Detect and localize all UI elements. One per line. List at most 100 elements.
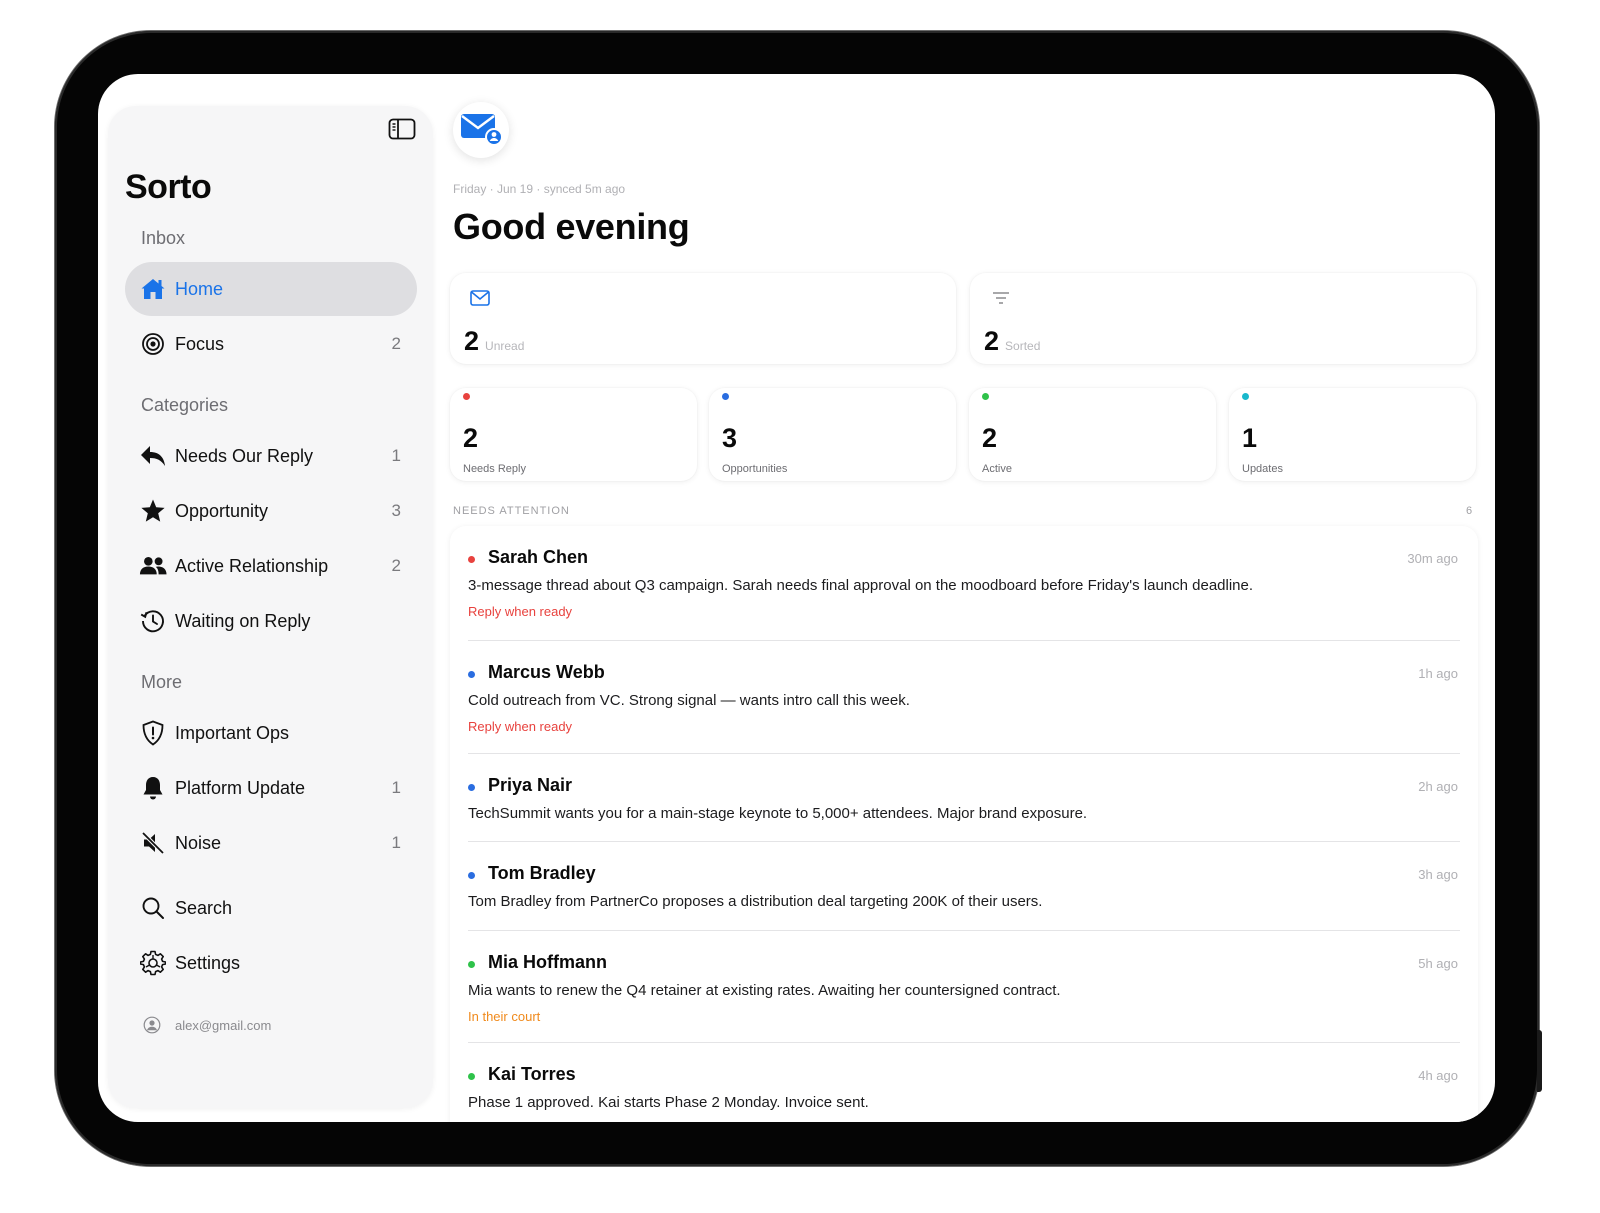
house-icon — [139, 275, 167, 303]
message-time: 4h ago — [1418, 1068, 1458, 1083]
message-time: 3h ago — [1418, 867, 1458, 882]
page-title: Good evening — [453, 206, 690, 247]
sidebar-item-count: 2 — [391, 334, 401, 353]
message-summary: Phase 1 approved. Kai starts Phase 2 Mon… — [468, 1094, 869, 1111]
account-email: alex@gmail.com — [175, 1017, 272, 1033]
summary-value: 2 — [464, 326, 480, 356]
envelope-icon — [470, 290, 490, 311]
sidebar-item-focus[interactable]: Focus 2 — [125, 317, 417, 371]
status-dot — [468, 556, 475, 563]
status-dot — [468, 784, 475, 791]
sidebar-item-count: 1 — [391, 833, 401, 852]
mail-person-icon[interactable] — [453, 102, 509, 158]
sender-name: Sarah Chen — [488, 547, 589, 567]
message-row-mia-hoffmann[interactable]: Mia Hoffmann 5h ago Mia wants to renew t… — [450, 931, 1478, 1043]
star-icon — [139, 497, 167, 525]
stat-card-opportunities[interactable]: 3 Opportunities — [709, 388, 956, 481]
stat-label: Active — [982, 463, 1012, 475]
search-icon — [139, 894, 167, 922]
status-dot — [982, 393, 989, 400]
filter-lines-icon — [992, 291, 1010, 310]
needs-attention-count: 6 — [1466, 505, 1473, 517]
status-dot — [1242, 393, 1249, 400]
sidebar-item-count: 2 — [391, 556, 401, 575]
message-summary: TechSummit wants you for a main-stage ke… — [468, 805, 1088, 822]
message-time: 5h ago — [1418, 956, 1458, 971]
sidebar-item-label: Active Relationship — [175, 555, 329, 576]
sidebar-item-label: Waiting on Reply — [175, 610, 311, 631]
reply-arrow-icon — [139, 442, 167, 470]
gear-icon — [139, 949, 167, 977]
sidebar-item-home[interactable]: Home — [125, 262, 417, 316]
message-summary: Tom Bradley from PartnerCo proposes a di… — [468, 893, 1043, 910]
sidebar-item-search[interactable]: Search — [125, 881, 417, 935]
section-label-inbox: Inbox — [141, 228, 186, 248]
sidebar-item-label: Home — [175, 278, 224, 299]
status-tag: In their court — [468, 1009, 541, 1024]
summary-card-sorted[interactable]: 2 Sorted — [970, 273, 1476, 364]
stat-value: 2 — [982, 423, 998, 453]
sidebar-item-count: 1 — [391, 446, 401, 465]
stat-label: Needs Reply — [463, 463, 526, 475]
status-dot — [468, 961, 475, 968]
summary-label: Unread — [485, 339, 525, 353]
sidebar-item-label: Focus — [175, 333, 225, 354]
message-row-marcus-webb[interactable]: Marcus Webb 1h ago Cold outreach from VC… — [450, 641, 1478, 754]
sidebar-item-needs-our-reply[interactable]: Needs Our Reply 1 — [125, 429, 417, 483]
stat-label: Opportunities — [722, 463, 788, 475]
shield-icon — [139, 719, 167, 747]
stat-card-active[interactable]: 2 Active — [969, 388, 1216, 481]
status-tag: Reply when ready — [468, 604, 573, 619]
message-row-sarah-chen[interactable]: Sarah Chen 30m ago 3-message thread abou… — [450, 526, 1478, 641]
sidebar-item-active-relationship[interactable]: Active Relationship 2 — [125, 539, 417, 593]
message-time: 30m ago — [1407, 551, 1458, 566]
stat-card-updates[interactable]: 1 Updates — [1229, 388, 1476, 481]
summary-value: 2 — [984, 326, 1000, 356]
summary-label: Sorted — [1005, 339, 1041, 353]
summary-card-unread[interactable]: 2 Unread — [450, 273, 956, 364]
status-dot — [468, 1073, 475, 1080]
stat-value: 1 — [1242, 423, 1258, 453]
sidebar-item-important-ops[interactable]: Important Ops — [125, 706, 417, 760]
sidebar-item-label: Settings — [175, 952, 241, 973]
sidebar: Sorto Inbox Home Focus 2 Categories Need… — [108, 106, 433, 1108]
section-label-needs-attention: NEEDS ATTENTION — [453, 505, 570, 517]
sidebar-item-settings[interactable]: Settings — [125, 936, 417, 990]
speaker-muted-icon — [139, 829, 167, 857]
status-dot — [468, 872, 475, 879]
status-dot — [468, 671, 475, 678]
message-row-priya-nair[interactable]: Priya Nair 2h ago TechSummit wants you f… — [450, 754, 1478, 842]
sidebar-item-platform-update[interactable]: Platform Update 1 — [125, 761, 417, 815]
sidebar-item-label: Search — [175, 897, 233, 918]
bell-icon — [139, 774, 167, 802]
stat-value: 2 — [463, 423, 479, 453]
message-row-tom-bradley[interactable]: Tom Bradley 3h ago Tom Bradley from Part… — [450, 842, 1478, 931]
sidebar-item-opportunity[interactable]: Opportunity 3 — [125, 484, 417, 538]
message-time: 2h ago — [1418, 779, 1458, 794]
sync-status-line: Friday · Jun 19 · synced 5m ago — [453, 182, 626, 196]
stat-value: 3 — [722, 423, 738, 453]
target-icon — [139, 330, 167, 358]
sidebar-item-count: 3 — [391, 501, 401, 520]
sender-name: Priya Nair — [488, 775, 573, 795]
sidebar-item-waiting-on-reply[interactable]: Waiting on Reply — [125, 594, 417, 648]
sidebar-item-label: Important Ops — [175, 722, 290, 743]
account-row[interactable]: alex@gmail.com — [143, 1016, 271, 1034]
message-summary: 3-message thread about Q3 campaign. Sara… — [468, 577, 1254, 594]
message-time: 1h ago — [1418, 666, 1458, 681]
sidebar-toggle-icon[interactable] — [388, 118, 418, 142]
app-screen: Sorto Inbox Home Focus 2 Categories Need… — [98, 74, 1495, 1122]
sender-name: Tom Bradley — [488, 863, 596, 883]
section-label-more: More — [141, 672, 183, 692]
people-icon — [139, 552, 167, 580]
section-label-categories: Categories — [141, 395, 229, 415]
sidebar-item-noise[interactable]: Noise 1 — [125, 816, 417, 870]
sender-name: Marcus Webb — [488, 662, 605, 682]
message-row-kai-torres[interactable]: Kai Torres 4h ago Phase 1 approved. Kai … — [450, 1043, 1478, 1122]
history-clock-icon — [139, 607, 167, 635]
stat-label: Updates — [1242, 463, 1283, 475]
stat-card-needs-reply[interactable]: 2 Needs Reply — [450, 388, 697, 481]
sidebar-item-label: Noise — [175, 832, 222, 853]
message-summary: Mia wants to renew the Q4 retainer at ex… — [468, 982, 1061, 999]
app-title: Sorto — [125, 168, 212, 206]
